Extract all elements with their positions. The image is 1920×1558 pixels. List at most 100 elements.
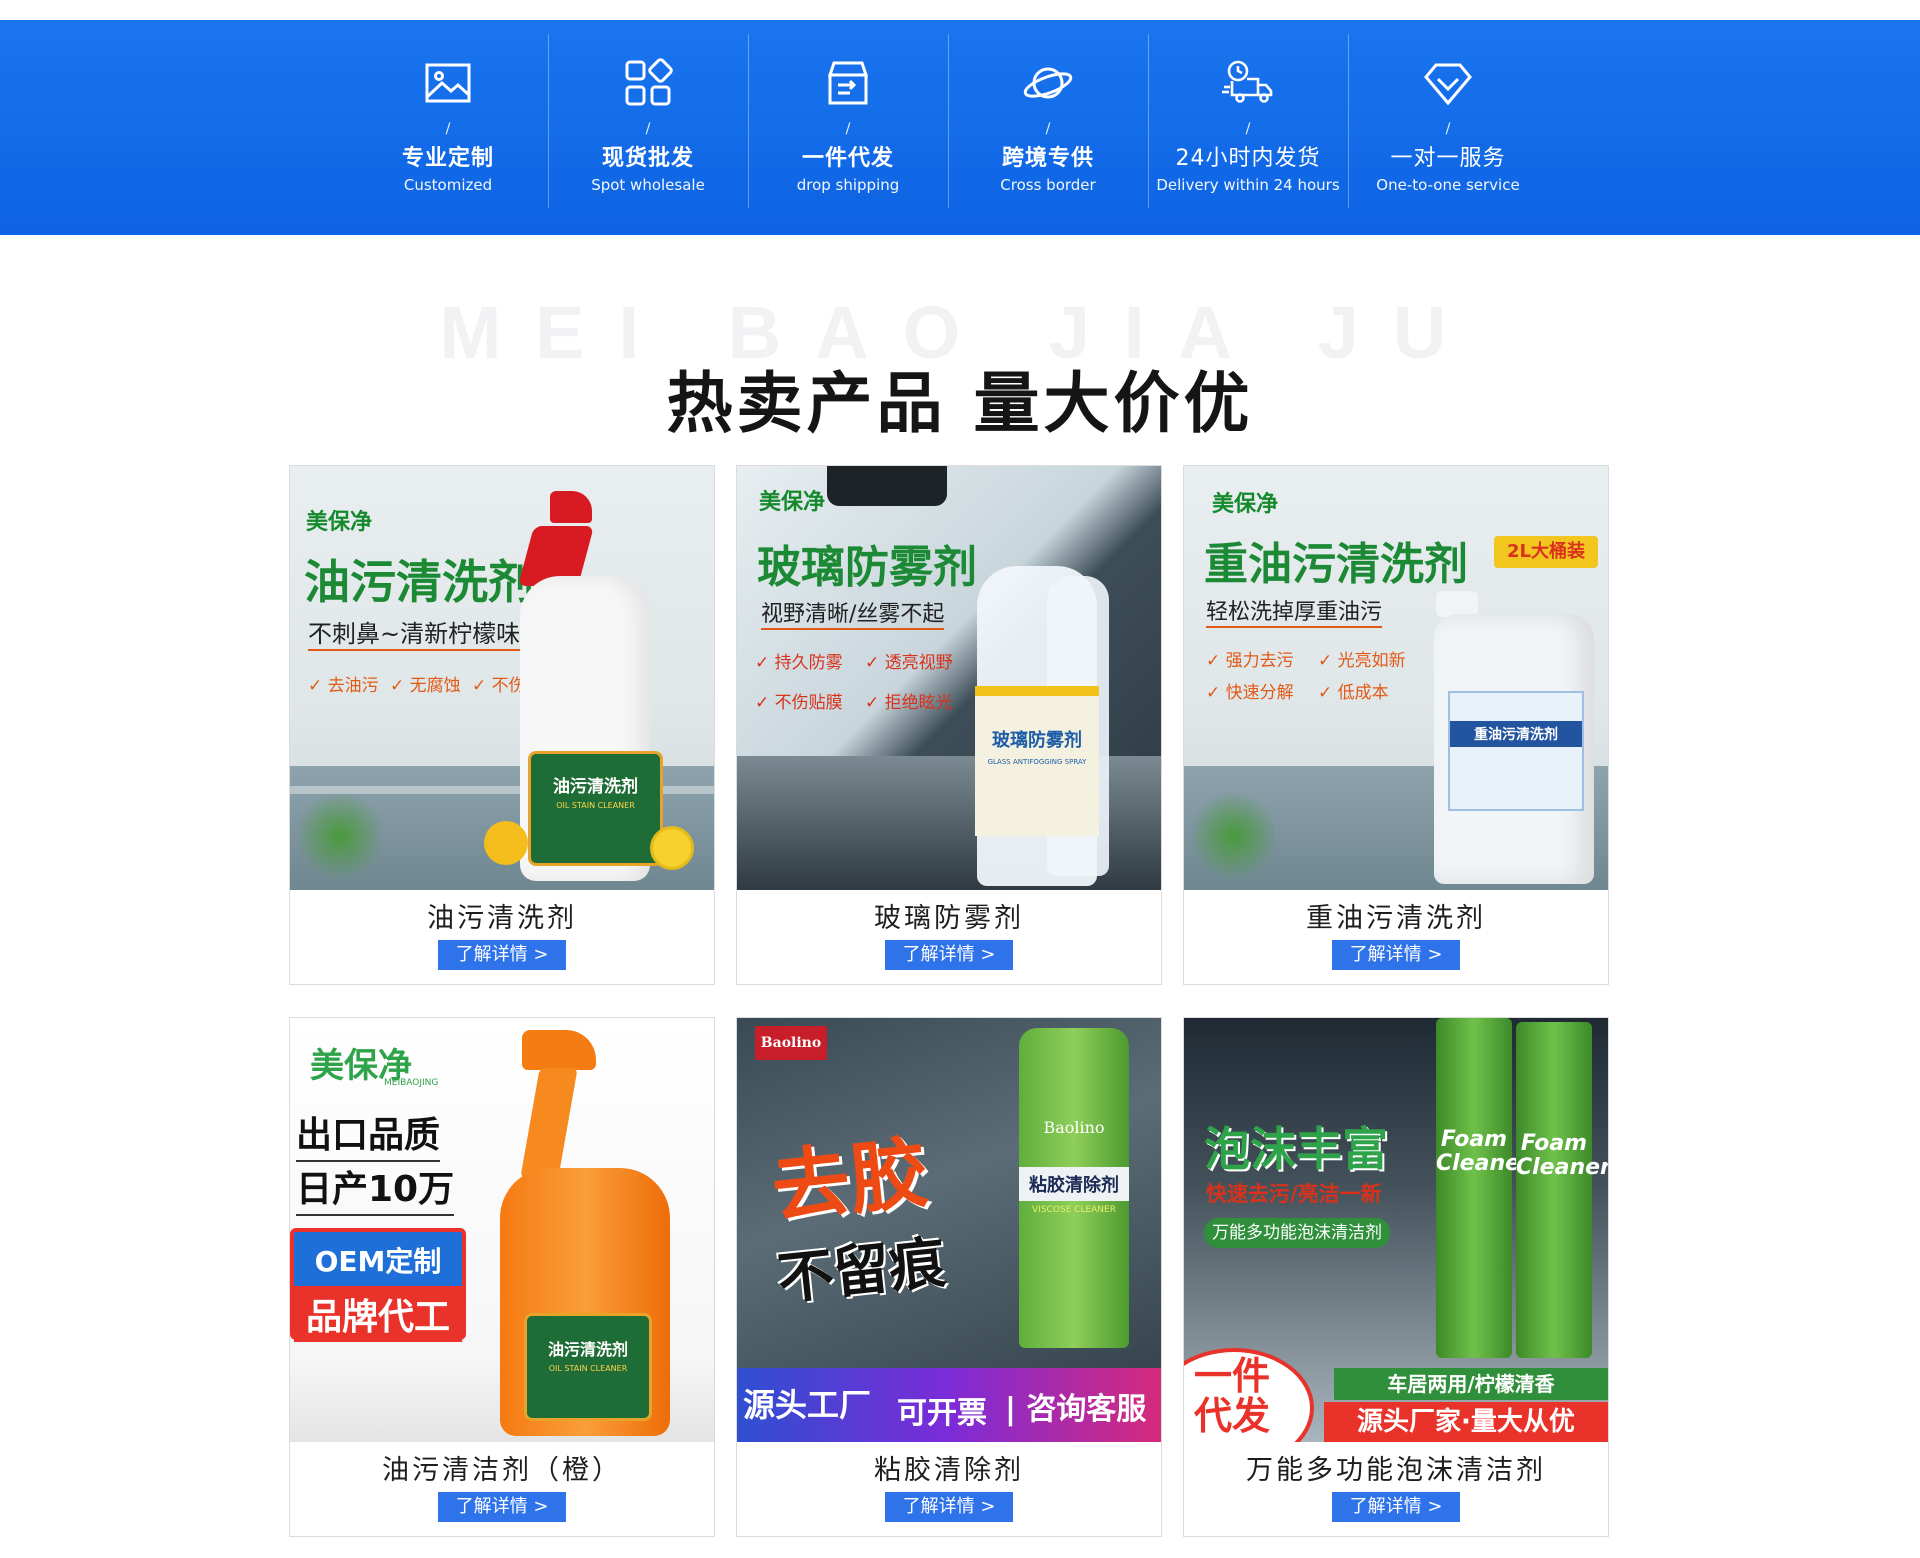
feature-slash: /	[445, 121, 451, 137]
feature-en: Cross border	[1000, 176, 1096, 194]
feature-delivery: / 24小时内发货 Delivery within 24 hours	[1148, 20, 1348, 235]
feature-drop-shipping: / 一件代发 drop shipping	[748, 20, 948, 235]
lemon	[650, 826, 694, 870]
product-title[interactable]: 重油污清洗剂	[1184, 896, 1608, 935]
plant	[1194, 786, 1274, 886]
feature-cn: 一件代发	[801, 146, 894, 171]
product-title[interactable]: 玻璃防雾剂	[737, 896, 1161, 935]
image-big2: 不留痕	[774, 1230, 949, 1313]
details-button[interactable]: 了解详情 >	[885, 940, 1013, 970]
image-headline: 油污清洗剂	[304, 555, 534, 609]
promo-text: 可开票	[897, 1396, 987, 1431]
image-subtitle: 不刺鼻~清新柠檬味	[308, 614, 521, 651]
jug-label: 重油污清洗剂	[1448, 691, 1584, 811]
product-card[interactable]: 美保净 玻璃防雾剂 视野清晰/丝雾不起 ✓ 持久防雾 ✓ 透亮视野 ✓ 不伤贴膜…	[736, 465, 1162, 985]
image-subtitle: 轻松洗掉厚重油污	[1206, 594, 1383, 628]
brand-logo: 美保净	[1212, 492, 1279, 517]
box-icon	[818, 53, 878, 113]
section-heading: 热卖产品 量大价优	[666, 365, 1254, 442]
image-headline: 玻璃防雾剂	[757, 542, 977, 593]
product-image[interactable]: 美保净 油污清洗剂 不刺鼻~清新柠檬味 ✓ 去油污 ✓ 无腐蚀 ✓ 不伤手 油污…	[290, 466, 714, 890]
rear-mirror	[827, 466, 947, 506]
promo-text: | 咨询客服	[1005, 1392, 1147, 1427]
bottle-label: 玻璃防雾剂 GLASS ANTIFOGGING SPRAY	[975, 686, 1099, 836]
feature-spot-wholesale: / 现货批发 Spot wholesale	[548, 20, 748, 235]
details-button[interactable]: 了解详情 >	[1332, 940, 1460, 970]
check-item: ✓ 光亮如新	[1318, 651, 1406, 671]
planet-icon	[1018, 53, 1078, 113]
product-title[interactable]: 油污清洗剂	[290, 896, 714, 935]
promo-bar: 源头厂家·量大从优	[1324, 1402, 1608, 1442]
feature-en: drop shipping	[796, 176, 900, 194]
feature-slash: /	[645, 121, 651, 137]
check-item: ✓ 快速分解	[1206, 683, 1294, 703]
product-card[interactable]: 泡沫丰富 快速去污/亮洁一新 万能多功能泡沫清洁剂 Foam Cleaner F…	[1183, 1017, 1609, 1537]
image-subtitle: 快速去污/亮洁一新	[1206, 1182, 1382, 1206]
feature-band: / 专业定制 Customized / 现货批发 Spot wholesale …	[0, 20, 1920, 235]
feature-slash: /	[1245, 121, 1251, 137]
feature-en: Delivery within 24 hours	[1156, 176, 1340, 194]
flower	[484, 821, 528, 865]
image-headline: 泡沫丰富	[1204, 1122, 1388, 1176]
image-subtitle: 视野清晰/丝雾不起	[761, 596, 945, 630]
feature-en: Spot wholesale	[591, 176, 705, 194]
details-button[interactable]: 了解详情 >	[1332, 1492, 1460, 1522]
image-line2: 日产10万	[296, 1160, 455, 1216]
check-item: ✓ 强力去污	[1206, 651, 1294, 671]
brand-logo: 美保净	[306, 510, 373, 535]
product-title[interactable]: 万能多功能泡沫清洁剂	[1184, 1448, 1608, 1487]
plant	[300, 786, 380, 886]
image-line1: 出口品质	[296, 1106, 441, 1162]
check-item: ✓ 低成本	[1318, 683, 1389, 703]
size-tag: 2L大桶装	[1494, 536, 1598, 568]
check-item: ✓ 去油污	[308, 676, 379, 696]
brand-logo-en: MEIBAOJING	[384, 1078, 439, 1088]
trigger-head	[522, 1030, 596, 1070]
grid-icon	[618, 53, 678, 113]
truck-icon	[1218, 53, 1278, 113]
image-big1: 去胶	[767, 1128, 933, 1234]
feature-en: Customized	[403, 176, 493, 194]
spray-can: Foam Cleaner	[1436, 1018, 1531, 1358]
brand-logo: 美保净	[759, 490, 826, 515]
spray-can: Foam Cleaner	[1516, 1022, 1608, 1358]
product-card[interactable]: Baolino 去胶 不留痕 Baolino 粘胶清除剂 VISCOSE CLE…	[736, 1017, 1162, 1537]
diamond-icon	[1418, 53, 1478, 113]
feature-slash: /	[1045, 121, 1051, 137]
check-item: ✓ 不伤贴膜	[755, 693, 843, 713]
trigger-head	[550, 491, 592, 523]
feature-cn: 24小时内发货	[1175, 146, 1321, 171]
feature-cn: 专业定制	[401, 146, 494, 171]
brand-logo: Baolino	[755, 1026, 827, 1060]
details-button[interactable]: 了解详情 >	[438, 1492, 566, 1522]
image-tag: 万能多功能泡沫清洁剂	[1204, 1218, 1390, 1248]
corner-text: 一件代发	[1194, 1354, 1271, 1438]
bottle-label: 油污清洗剂 OIL STAIN CLEANER	[528, 751, 663, 866]
product-image[interactable]: Baolino 去胶 不留痕 Baolino 粘胶清除剂 VISCOSE CLE…	[737, 1018, 1161, 1442]
feature-cn: 现货批发	[601, 146, 694, 171]
feature-slash: /	[845, 121, 851, 137]
feature-one-to-one: / 一对一服务 One-to-one service	[1348, 20, 1548, 235]
image-icon	[418, 53, 478, 113]
image-headline: 重油污清洗剂	[1204, 539, 1468, 590]
product-title[interactable]: 油污清洁剂（橙）	[290, 1448, 714, 1487]
promo-bar: 车居两用/柠檬清香	[1334, 1368, 1608, 1400]
product-card[interactable]: 美保净 MEIBAOJING 出口品质 日产10万 OEM定制 品牌代工 油污清…	[289, 1017, 715, 1537]
details-button[interactable]: 了解详情 >	[438, 940, 566, 970]
product-image[interactable]: 泡沫丰富 快速去污/亮洁一新 万能多功能泡沫清洁剂 Foam Cleaner F…	[1184, 1018, 1608, 1442]
check-item: ✓ 透亮视野	[865, 653, 953, 673]
product-image[interactable]: 美保净 重油污清洗剂 2L大桶装 轻松洗掉厚重油污 ✓ 强力去污 ✓ 光亮如新 …	[1184, 466, 1608, 890]
details-button[interactable]: 了解详情 >	[885, 1492, 1013, 1522]
promo-text: 源头工厂	[743, 1386, 872, 1424]
product-image[interactable]: 美保净 玻璃防雾剂 视野清晰/丝雾不起 ✓ 持久防雾 ✓ 透亮视野 ✓ 不伤贴膜…	[737, 466, 1161, 890]
product-title[interactable]: 粘胶清除剂	[737, 1448, 1161, 1487]
feature-customized: / 专业定制 Customized	[348, 20, 548, 235]
product-card[interactable]: 美保净 重油污清洗剂 2L大桶装 轻松洗掉厚重油污 ✓ 强力去污 ✓ 光亮如新 …	[1183, 465, 1609, 985]
spray-can: Baolino 粘胶清除剂 VISCOSE CLEANER	[1019, 1028, 1129, 1348]
product-card[interactable]: 美保净 油污清洗剂 不刺鼻~清新柠檬味 ✓ 去油污 ✓ 无腐蚀 ✓ 不伤手 油污…	[289, 465, 715, 985]
feature-slash: /	[1445, 121, 1451, 137]
check-item: ✓ 持久防雾	[755, 653, 843, 673]
product-image[interactable]: 美保净 MEIBAOJING 出口品质 日产10万 OEM定制 品牌代工 油污清…	[290, 1018, 714, 1442]
bottle-label: 油污清洗剂 OIL STAIN CLEANER	[524, 1313, 652, 1421]
check-item: ✓ 无腐蚀	[390, 676, 461, 696]
